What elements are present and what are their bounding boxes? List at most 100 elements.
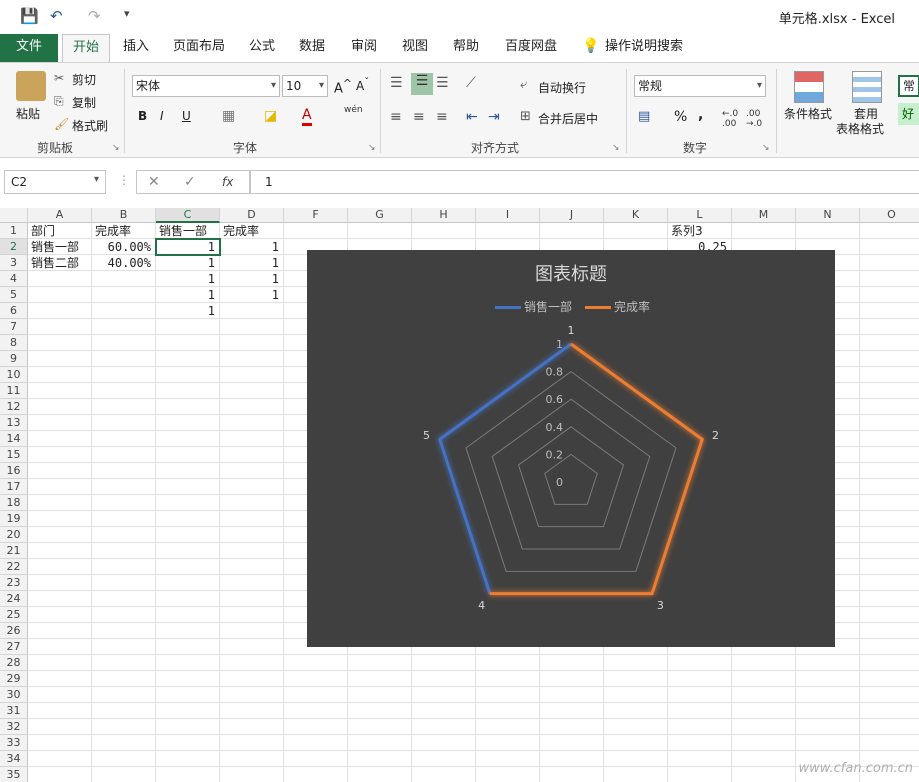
cell-C5[interactable]: 1 [159,287,219,303]
cell-C1[interactable]: 销售一部 [159,223,219,239]
cell-C3[interactable]: 1 [159,255,219,271]
row-header-7[interactable]: 7 [0,319,28,335]
increase-indent-icon[interactable]: ⇥ [488,109,500,125]
paste-icon[interactable] [16,71,46,101]
cell-D2[interactable]: 1 [223,239,283,255]
cell-B1[interactable]: 完成率 [95,223,155,239]
select-all-corner[interactable] [0,208,28,223]
cell-style-normal[interactable]: 常 [898,75,919,97]
cell-A2[interactable]: 销售一部 [31,239,91,255]
align-right-icon[interactable]: ≡ [436,109,448,125]
tab-baidu-netdisk[interactable]: 百度网盘 [500,34,562,62]
cell-A1[interactable]: 部门 [31,223,91,239]
accounting-format-icon[interactable]: ▤ [638,109,650,124]
align-middle-icon[interactable]: ☰ [411,73,433,95]
bold-button[interactable]: B [138,109,147,123]
cell-C6[interactable]: 1 [159,303,219,319]
tab-file[interactable]: 文件 [0,34,58,62]
cell-style-good[interactable]: 好 [898,103,919,125]
row-header-33[interactable]: 33 [0,735,28,751]
cell-B2[interactable]: 60.00% [95,239,155,255]
row-header-11[interactable]: 11 [0,383,28,399]
border-icon[interactable]: ▦ [222,108,235,124]
row-header-26[interactable]: 26 [0,623,28,639]
row-header-31[interactable]: 31 [0,703,28,719]
insert-function-icon[interactable]: fx [222,175,233,189]
cell-B3[interactable]: 40.00% [95,255,155,271]
dialog-launcher-icon[interactable]: ↘ [112,143,120,153]
merge-center-button[interactable]: 合并后居中 [538,110,598,127]
row-header-25[interactable]: 25 [0,607,28,623]
cell-L1[interactable]: 系列3 [671,223,731,239]
row-header-10[interactable]: 10 [0,367,28,383]
format-painter-button[interactable]: 格式刷 [72,117,108,134]
column-header-M[interactable]: M [732,208,796,223]
row-header-20[interactable]: 20 [0,527,28,543]
format-as-table-icon[interactable] [852,71,882,103]
align-bottom-icon[interactable]: ☰ [436,75,449,91]
paste-button[interactable]: 粘贴 [16,105,40,122]
copy-button[interactable]: 复制 [72,94,96,111]
italic-button[interactable]: I [160,109,164,123]
conditional-format-button[interactable]: 条件格式 [784,105,832,122]
row-header-9[interactable]: 9 [0,351,28,367]
row-header-30[interactable]: 30 [0,687,28,703]
save-icon[interactable]: 💾 [20,7,39,25]
column-header-C[interactable]: C [156,208,220,223]
underline-button[interactable]: U [182,109,191,123]
align-left-icon[interactable]: ≡ [390,109,402,125]
align-center-icon[interactable]: ≡ [413,109,425,125]
row-header-13[interactable]: 13 [0,415,28,431]
row-header-4[interactable]: 4 [0,271,28,287]
tab-home[interactable]: 开始 [62,34,110,62]
tab-review[interactable]: 审阅 [342,34,386,62]
comma-button[interactable]: , [698,107,703,123]
cut-button[interactable]: 剪切 [72,71,96,88]
font-size-select[interactable]: 10 ▾ [282,75,328,97]
row-header-16[interactable]: 16 [0,463,28,479]
column-header-I[interactable]: I [476,208,540,223]
tab-help[interactable]: 帮助 [444,34,488,62]
row-header-35[interactable]: 35 [0,767,28,782]
row-header-24[interactable]: 24 [0,591,28,607]
decrease-indent-icon[interactable]: ⇤ [466,109,478,125]
column-header-O[interactable]: O [860,208,919,223]
dialog-launcher-icon[interactable]: ↘ [612,143,620,153]
cell-D4[interactable]: 1 [223,271,283,287]
conditional-format-icon[interactable] [794,71,824,103]
fill-color-icon[interactable]: ◪ [264,108,277,124]
name-box[interactable]: C2 [4,170,106,194]
cell-A3[interactable]: 销售二部 [31,255,91,271]
align-top-icon[interactable]: ☰ [390,75,403,91]
row-header-32[interactable]: 32 [0,719,28,735]
font-color-icon[interactable]: A [302,107,312,126]
phonetic-guide-icon[interactable]: wén [344,105,363,115]
row-header-15[interactable]: 15 [0,447,28,463]
cell-C4[interactable]: 1 [159,271,219,287]
column-header-A[interactable]: A [28,208,92,223]
cell-D5[interactable]: 1 [223,287,283,303]
cancel-icon[interactable]: ✕ [148,174,160,190]
row-header-2[interactable]: 2 [0,239,28,255]
increase-decimal-icon[interactable]: ←.0.00 [722,109,738,129]
row-header-23[interactable]: 23 [0,575,28,591]
row-header-18[interactable]: 18 [0,495,28,511]
undo-icon[interactable]: ↶ [50,7,63,25]
column-header-J[interactable]: J [540,208,604,223]
format-as-table-label[interactable]: 表格格式 [836,120,884,137]
orientation-icon[interactable]: ⟋ [466,75,476,91]
column-header-D[interactable]: D [220,208,284,223]
cell-D1[interactable]: 完成率 [223,223,283,239]
tell-me-search[interactable]: 操作说明搜索 [604,34,684,62]
tab-data[interactable]: 数据 [290,34,334,62]
column-header-F[interactable]: F [284,208,348,223]
redo-icon[interactable]: ↷ [88,7,101,25]
row-header-1[interactable]: 1 [0,223,28,239]
customize-qat-icon[interactable]: ▾ [124,7,130,20]
decrease-decimal-icon[interactable]: .00 →.0 [746,109,762,129]
column-header-L[interactable]: L [668,208,732,223]
dialog-launcher-icon[interactable]: ↘ [368,143,376,153]
cell-D3[interactable]: 1 [223,255,283,271]
wrap-text-button[interactable]: 自动换行 [538,79,586,96]
column-header-K[interactable]: K [604,208,668,223]
